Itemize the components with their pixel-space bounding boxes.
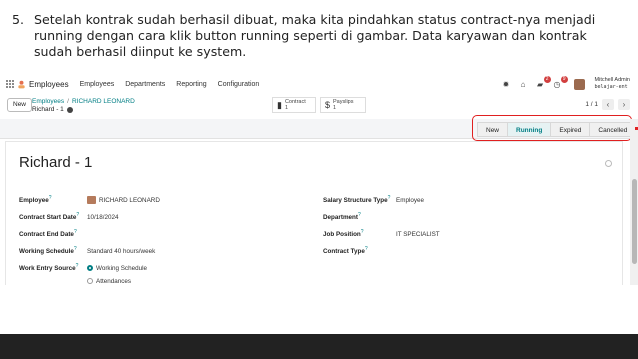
- radio-selected-icon: [87, 265, 93, 271]
- menu-reporting[interactable]: Reporting: [176, 81, 206, 88]
- contract-end-label: Contract End Date: [19, 231, 74, 239]
- contract-title: Richard - 1: [19, 154, 93, 171]
- app-brand[interactable]: Employees: [29, 80, 69, 89]
- radio-empty-icon: [87, 278, 93, 284]
- breadcrumb-employee-name[interactable]: RICHARD LEONARD: [72, 98, 135, 105]
- employee-value: RICHARD LEONARD: [99, 196, 160, 204]
- breadcrumb: Employees / RICHARD LEONARD Richard - 1: [32, 98, 135, 113]
- field-contract-type: Contract Type?: [323, 246, 368, 256]
- previous-record-button[interactable]: ‹: [602, 99, 614, 110]
- employee-label: Employee: [19, 197, 49, 205]
- highlight-box: [472, 115, 632, 141]
- radio-working-schedule[interactable]: Working Schedule: [87, 265, 147, 272]
- job-position-value[interactable]: IT SPECIALIST: [396, 231, 440, 238]
- contract-smart-button[interactable]: ▮ Contract 1: [272, 97, 316, 113]
- salary-structure-type-label: Salary Structure Type: [323, 197, 388, 205]
- instruction-paragraph: Setelah kontrak sudah berhasil dibuat, m…: [34, 12, 596, 59]
- contract-start-value[interactable]: 10/18/2024: [87, 214, 119, 221]
- work-entry-source-label: Work Entry Source: [19, 265, 76, 273]
- user-name: Mitchell Admin: [594, 77, 630, 83]
- apps-menu-icon[interactable]: [6, 79, 16, 89]
- pager: 1 / 1 ‹ ›: [585, 99, 630, 110]
- employees-app-icon: [18, 80, 25, 88]
- menu-departments[interactable]: Departments: [125, 81, 165, 88]
- field-work-entry-source: Work Entry Source? Working Schedule: [19, 263, 147, 273]
- contract-label: Contract: [284, 99, 306, 105]
- step-number: 5.: [12, 12, 25, 27]
- employee-field[interactable]: RICHARD LEONARD: [87, 196, 160, 204]
- slide-bottom-band: [0, 334, 638, 359]
- database-name: belajar-ent: [594, 84, 628, 90]
- dollar-icon: $: [325, 100, 331, 110]
- scrollbar-thumb[interactable]: [632, 179, 637, 264]
- field-contract-end: Contract End Date?: [19, 229, 77, 239]
- record-name: Richard - 1: [32, 106, 64, 113]
- field-job-position: Job Position? IT SPECIALIST: [323, 229, 440, 239]
- breadcrumb-employees[interactable]: Employees: [32, 98, 64, 105]
- job-position-label: Job Position: [323, 231, 361, 239]
- gear-icon[interactable]: [66, 107, 73, 113]
- user-menu[interactable]: Mitchell Admin belajar-ent: [595, 77, 630, 91]
- payslips-label: Payslips: [333, 99, 354, 105]
- user-avatar[interactable]: [573, 78, 585, 90]
- salary-structure-type-value[interactable]: Employee: [396, 197, 424, 204]
- radio-attendances[interactable]: Attendances: [87, 276, 131, 285]
- activity-clock-icon[interactable]: ◷ 9: [553, 75, 568, 89]
- field-department: Department?: [323, 212, 361, 222]
- radio-working-schedule-label: Working Schedule: [96, 264, 147, 272]
- navbar-right: ✹ ⌂ ▰ 2 ◷ 9 Mitchell Admin belajar-ent: [502, 75, 630, 93]
- book-icon: ▮: [277, 99, 282, 110]
- menu-employees[interactable]: Employees: [80, 81, 115, 88]
- payslips-smart-button[interactable]: $ Payslips 1: [320, 97, 366, 113]
- activity-badge: 9: [560, 75, 568, 83]
- radio-attendances-label: Attendances: [96, 277, 132, 285]
- vertical-scrollbar[interactable]: [630, 119, 638, 285]
- odoo-app-screenshot: Employees Employees Departments Reportin…: [0, 73, 638, 285]
- working-schedule-value[interactable]: Standard 40 hours/week: [87, 248, 155, 255]
- field-employee: Employee? RICHARD LEONARD: [19, 195, 160, 205]
- form-sheet: Richard - 1 Employee? RICHARD LEONARD Co…: [5, 141, 623, 285]
- contract-count: 1: [284, 105, 289, 111]
- sheet-gear-icon[interactable]: [605, 160, 612, 167]
- menu-configuration[interactable]: Configuration: [218, 81, 260, 88]
- main-menu: Employees Departments Reporting Configur…: [80, 81, 260, 88]
- pager-value: 1 / 1: [585, 101, 598, 108]
- chat-icon[interactable]: ▰ 2: [536, 75, 551, 89]
- bug-icon[interactable]: ✹: [502, 80, 511, 89]
- department-label: Department: [323, 214, 358, 222]
- chat-badge: 2: [543, 75, 551, 83]
- top-navbar: Employees Employees Departments Reportin…: [0, 73, 638, 95]
- contract-start-label: Contract Start Date: [19, 214, 77, 222]
- employee-avatar: [87, 196, 96, 204]
- payslips-count: 1: [333, 105, 337, 111]
- field-contract-start: Contract Start Date? 10/18/2024: [19, 212, 119, 222]
- next-record-button[interactable]: ›: [618, 99, 630, 110]
- new-button[interactable]: New: [7, 98, 33, 112]
- field-salary-structure-type: Salary Structure Type? Employee: [323, 195, 425, 205]
- instruction-text-block: 5. Setelah kontrak sudah berhasil dibuat…: [12, 12, 622, 60]
- company-icon[interactable]: ⌂: [519, 80, 528, 89]
- working-schedule-label: Working Schedule: [19, 248, 74, 256]
- contract-type-label: Contract Type: [323, 248, 365, 256]
- field-working-schedule: Working Schedule? Standard 40 hours/week: [19, 246, 156, 256]
